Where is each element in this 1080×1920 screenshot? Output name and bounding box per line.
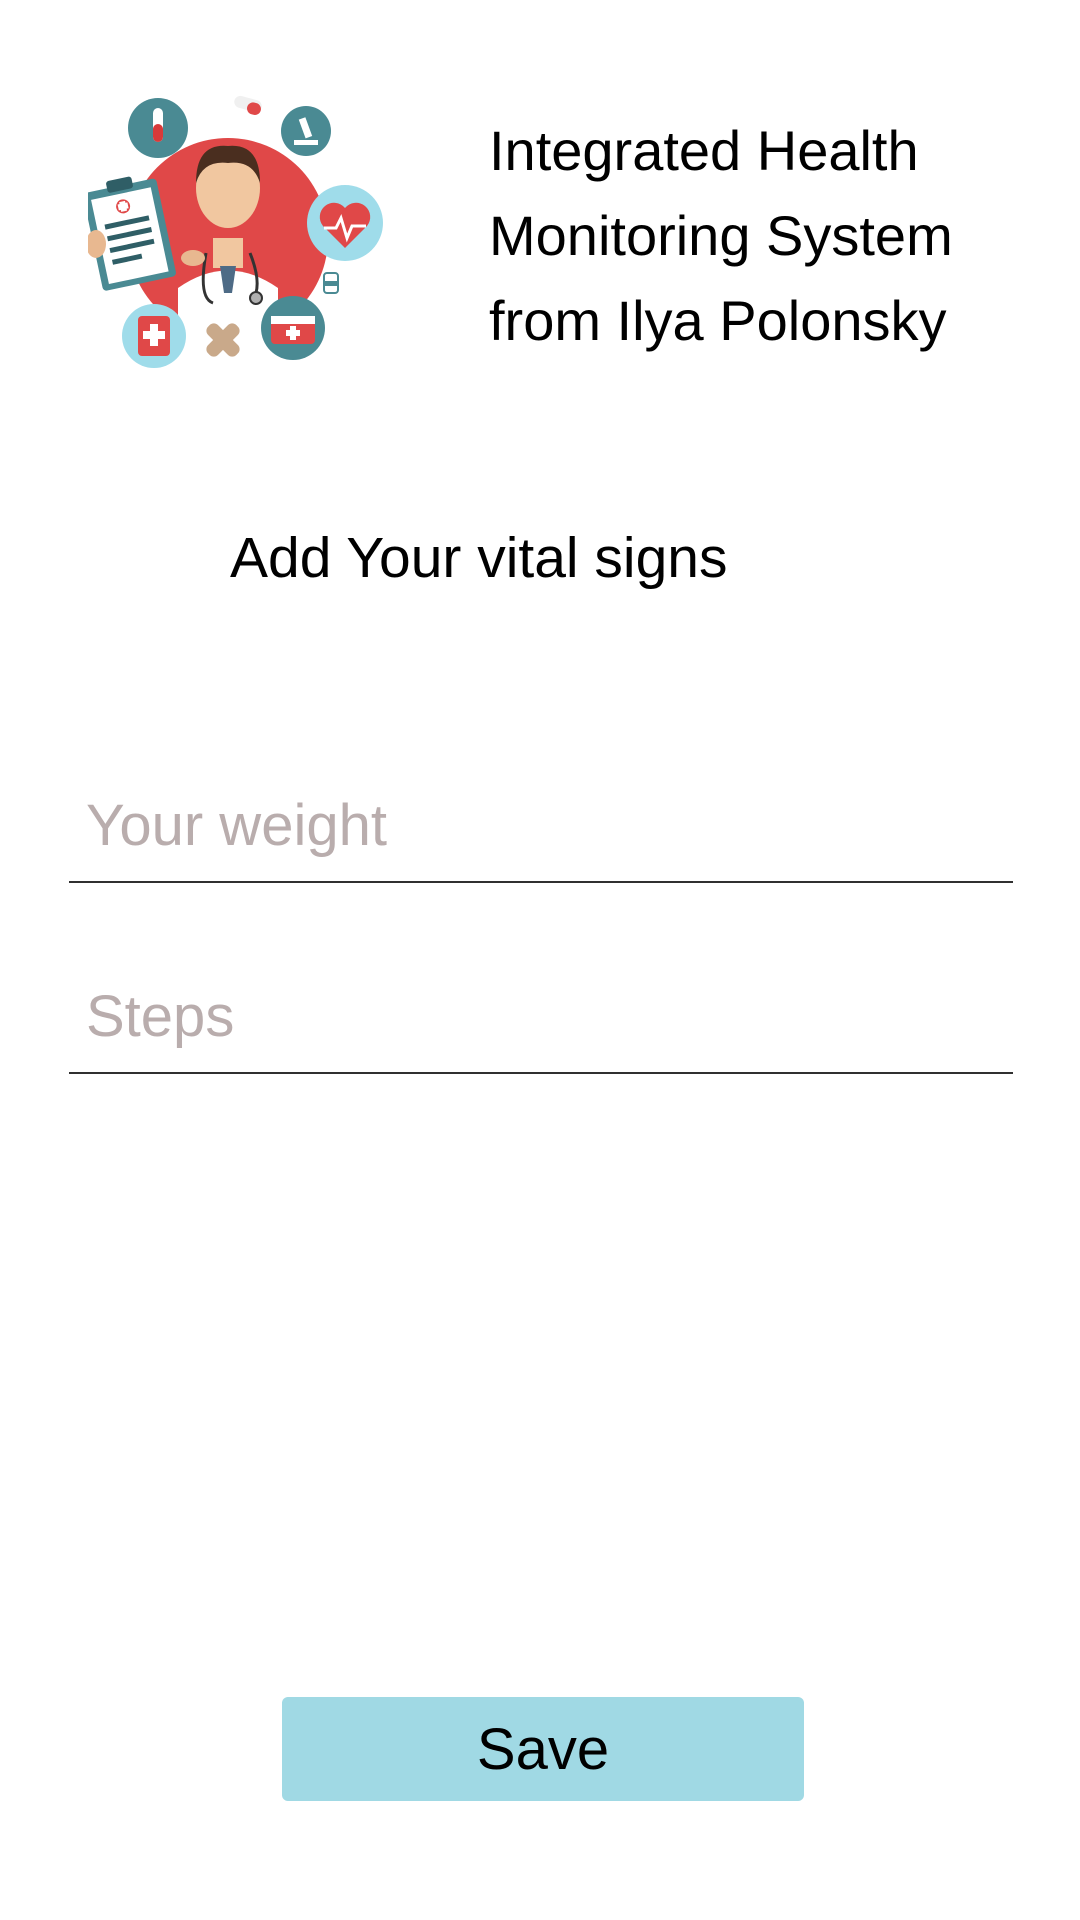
app-title: Integrated Health Monitoring System from… [489,119,953,352]
steps-input[interactable] [86,978,986,1054]
app-header: Integrated Health Monitoring System from… [0,0,1080,420]
doctor-logo-icon [88,95,383,368]
weight-field [69,773,1013,883]
save-button[interactable]: Save [282,1697,804,1801]
steps-field [69,964,1013,1074]
weight-input[interactable] [86,787,986,863]
vital-signs-heading: Add Your vital signs [230,526,728,590]
